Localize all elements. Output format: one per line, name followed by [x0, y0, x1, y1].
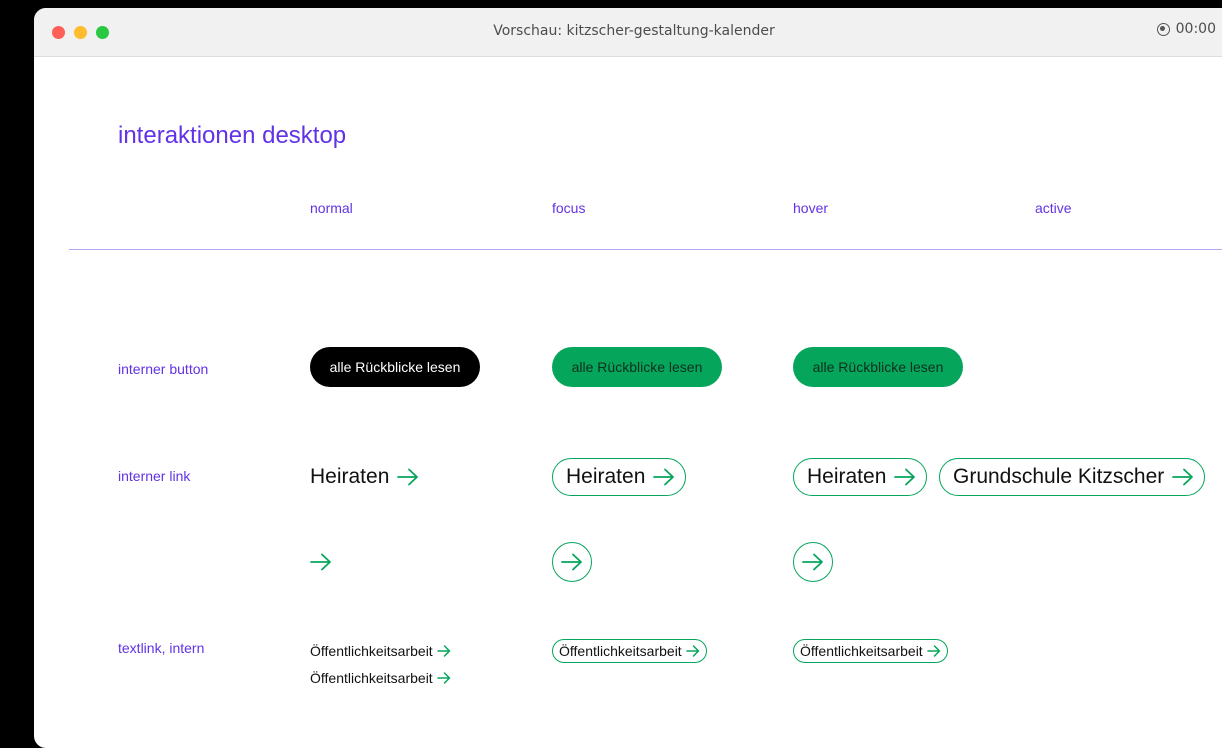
link-focus[interactable]: Heiraten [552, 458, 687, 496]
page-title: interaktionen desktop [118, 122, 347, 149]
column-header-normal: normal [310, 200, 353, 216]
arrow-link-focus[interactable] [552, 542, 592, 582]
arrow-link-hover[interactable] [793, 542, 833, 582]
textlink-normal[interactable]: Öffentlichkeitsarbeit [310, 639, 451, 663]
row-label-button: interner button [118, 361, 209, 377]
arrow-right-icon [436, 672, 450, 684]
arrow-right-icon [685, 645, 699, 657]
textlink-label: Öffentlichkeitsarbeit [310, 643, 433, 659]
link-hover-long[interactable]: Grundschule Kitzscher [939, 458, 1206, 496]
column-header-focus: focus [552, 200, 586, 216]
row-label-textlink: textlink, intern [118, 640, 205, 656]
app-window: Vorschau: kitzscher-gestaltung-kalender … [34, 8, 1222, 748]
arrow-right-icon [653, 468, 675, 486]
header-divider [69, 249, 1222, 250]
window-title: Vorschau: kitzscher-gestaltung-kalender [493, 23, 775, 39]
link-normal[interactable]: Heiraten [310, 458, 419, 496]
link-label: Heiraten [310, 465, 390, 488]
title-bar: Vorschau: kitzscher-gestaltung-kalender … [34, 8, 1222, 57]
arrow-right-icon [1172, 468, 1194, 486]
column-header-hover: hover [793, 200, 829, 216]
recording-time: 00:00 [1175, 21, 1216, 37]
link-label: Heiraten [807, 465, 887, 488]
textlink-normal-second[interactable]: Öffentlichkeitsarbeit [310, 666, 451, 690]
link-label: Grundschule Kitzscher [953, 465, 1165, 488]
button-focus[interactable]: alle Rückblicke lesen [552, 347, 722, 387]
link-label: Heiraten [566, 465, 646, 488]
textlink-label: Öffentlichkeitsarbeit [800, 643, 923, 659]
arrow-right-icon [894, 468, 916, 486]
preview-content: interaktionen desktop normal focus hover… [34, 56, 1222, 748]
row-label-link: interner link [118, 468, 191, 484]
arrow-link-normal[interactable] [310, 547, 332, 577]
arrow-right-icon [926, 645, 940, 657]
textlink-hover[interactable]: Öffentlichkeitsarbeit [793, 639, 948, 663]
textlink-label: Öffentlichkeitsarbeit [310, 670, 433, 686]
textlink-label: Öffentlichkeitsarbeit [559, 643, 682, 659]
arrow-right-icon [436, 645, 450, 657]
column-header-active: active [1035, 200, 1072, 216]
textlink-focus[interactable]: Öffentlichkeitsarbeit [552, 639, 707, 663]
link-hover[interactable]: Heiraten [793, 458, 928, 496]
arrow-right-icon [802, 553, 823, 571]
recording-indicator[interactable]: 00:00 [1156, 21, 1216, 37]
button-normal[interactable]: alle Rückblicke lesen [310, 347, 480, 387]
arrow-right-icon [561, 553, 582, 571]
button-hover[interactable]: alle Rückblicke lesen [793, 347, 963, 387]
record-icon [1156, 22, 1170, 36]
arrow-right-icon [397, 468, 419, 486]
